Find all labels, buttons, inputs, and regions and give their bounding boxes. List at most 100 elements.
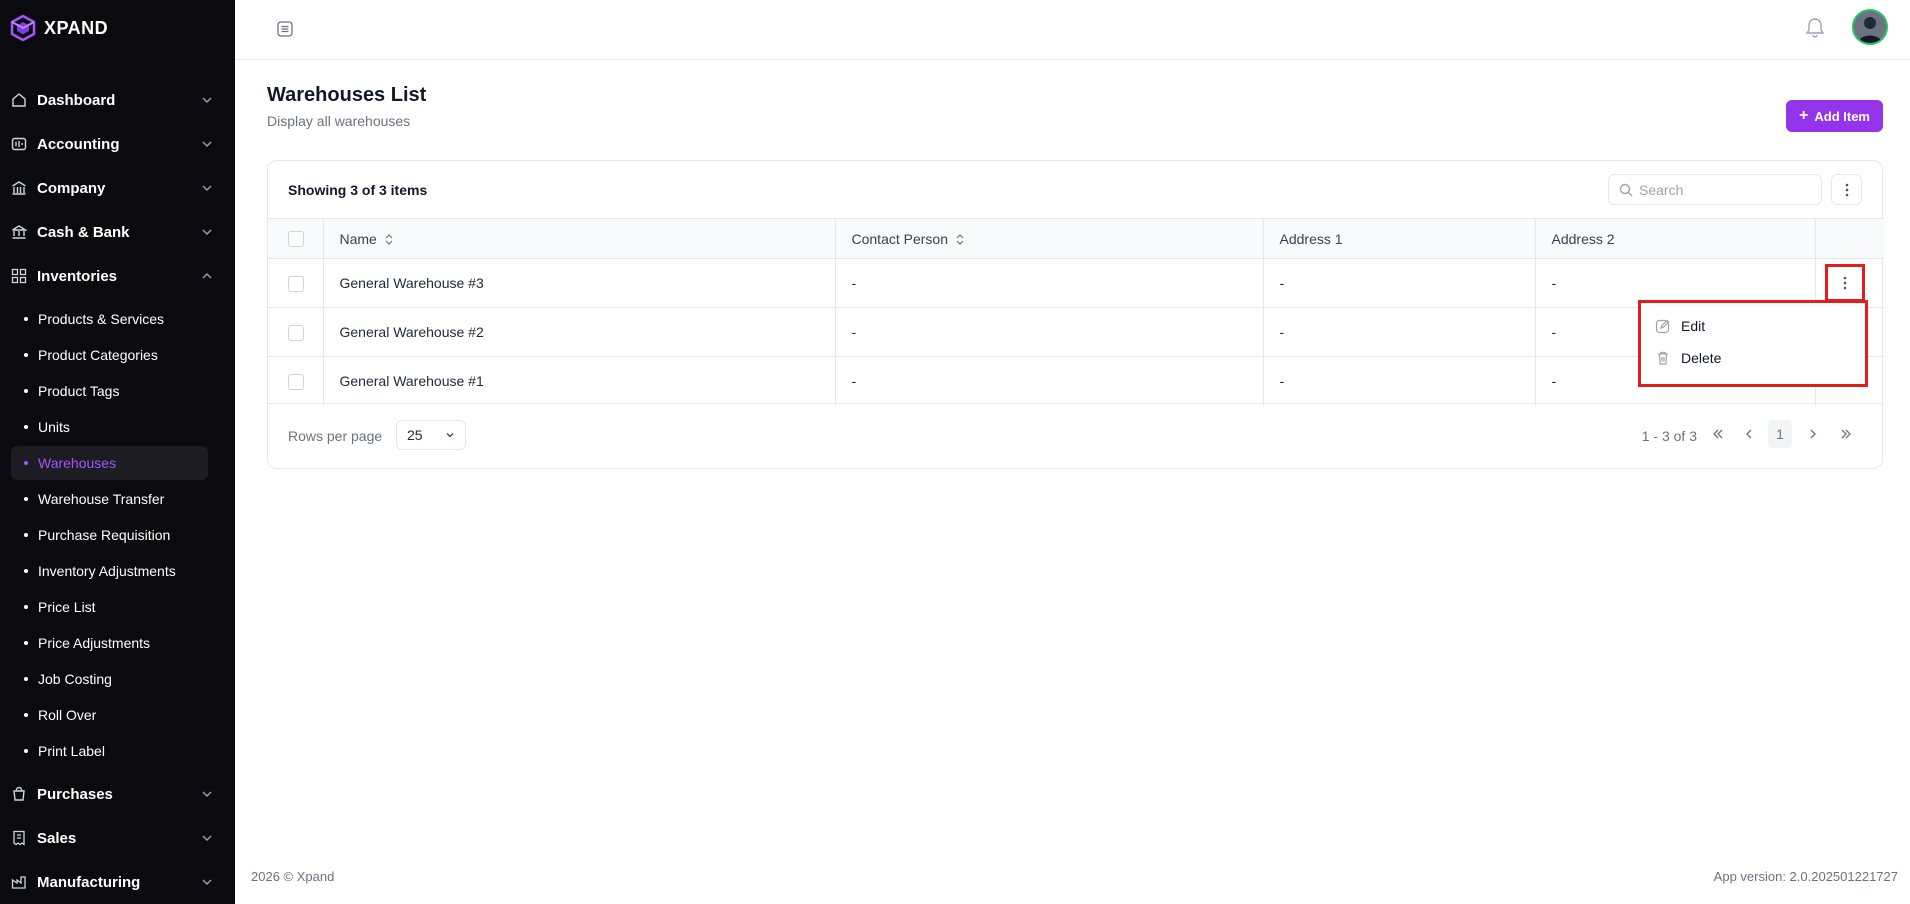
row-checkbox[interactable]: [288, 373, 304, 390]
sidebar-item-company[interactable]: Company: [0, 166, 235, 210]
accounting-icon: [10, 135, 28, 153]
sidebar-item-products-services[interactable]: Products & Services: [11, 302, 208, 336]
bullet-icon: [24, 353, 28, 357]
table-options-button[interactable]: [1831, 174, 1862, 205]
rows-per-page-select[interactable]: 25: [396, 420, 466, 450]
sidebar-item-label: Price Adjustments: [38, 635, 151, 651]
row-checkbox[interactable]: [288, 324, 304, 341]
plus-icon: +: [1799, 107, 1809, 124]
add-item-button[interactable]: + Add Item: [1786, 100, 1883, 132]
sort-icon: [385, 234, 393, 246]
sidebar-item-label: Products & Services: [38, 311, 165, 327]
cell-name: General Warehouse #3: [322, 258, 835, 308]
trash-icon: [1658, 351, 1668, 365]
row-checkbox[interactable]: [288, 275, 304, 292]
column-label: Address 1: [1279, 230, 1343, 247]
sidebar-item-print-label[interactable]: Print Label: [11, 734, 208, 768]
notification-bell-icon[interactable]: [1805, 17, 1825, 39]
sidebar-item-price-list[interactable]: Price List: [11, 590, 208, 624]
menu-item-edit[interactable]: Edit: [1641, 310, 1865, 342]
cell-address-1: -: [1262, 356, 1535, 406]
row-actions-button[interactable]: [1824, 264, 1865, 302]
inventories-submenu: Products & Services Product Categories P…: [0, 298, 235, 772]
sidebar-item-label: Cash & Bank: [37, 223, 130, 241]
chevrons-right-icon: [1841, 429, 1851, 439]
sidebar-item-units[interactable]: Units: [11, 410, 208, 444]
cell-address-1: -: [1262, 307, 1535, 357]
sidebar-item-inventories[interactable]: Inventories: [0, 254, 235, 298]
chevron-down-icon: [446, 433, 454, 438]
sidebar-item-purchase-requisition[interactable]: Purchase Requisition: [11, 518, 208, 552]
sidebar-item-roll-over[interactable]: Roll Over: [11, 698, 208, 732]
sidebar-item-label: Product Tags: [38, 383, 120, 399]
sidebar-item-label: Purchase Requisition: [38, 527, 171, 543]
chevron-down-icon: [202, 879, 212, 885]
bullet-icon: [24, 605, 28, 609]
table-pagination: Rows per page 25 1 - 3 of 3 1: [268, 403, 1882, 468]
sidebar-item-price-adjustments[interactable]: Price Adjustments: [11, 626, 208, 660]
cell-name: General Warehouse #1: [322, 356, 835, 406]
xpand-logo-icon: [10, 15, 36, 41]
building-icon: [10, 179, 28, 197]
first-page-button[interactable]: [1704, 420, 1732, 448]
sidebar-item-accounting[interactable]: Accounting: [0, 122, 235, 166]
chevrons-left-icon: [1713, 429, 1723, 439]
chevron-right-icon: [1810, 429, 1816, 439]
more-vertical-icon: [1845, 183, 1848, 196]
last-page-button[interactable]: [1832, 420, 1860, 448]
select-all-checkbox[interactable]: [288, 231, 304, 248]
previous-page-button[interactable]: [1735, 420, 1763, 448]
sidebar-item-sales[interactable]: Sales: [0, 816, 235, 860]
sidebar-item-label: Inventories: [37, 267, 118, 285]
column-header-contact-person[interactable]: Contact Person: [834, 218, 1263, 259]
sidebar-item-dashboard[interactable]: Dashboard: [0, 78, 235, 122]
search-input[interactable]: [1639, 181, 1809, 198]
bullet-icon: [24, 389, 28, 393]
rows-per-page-label: Rows per page: [288, 428, 383, 444]
sidebar-item-product-categories[interactable]: Product Categories: [11, 338, 208, 372]
home-icon: [10, 91, 28, 109]
sidebar-item-warehouse-transfer[interactable]: Warehouse Transfer: [11, 482, 208, 516]
bullet-icon: [24, 569, 28, 573]
edit-icon: [1655, 319, 1670, 334]
bullet-icon: [24, 425, 28, 429]
chevron-left-icon: [1746, 429, 1752, 439]
column-label: Address 2: [1551, 230, 1615, 247]
page-number-button[interactable]: 1: [1768, 420, 1792, 448]
sidebar-item-label: Company: [37, 179, 106, 197]
column-header-address-2: Address 2: [1534, 218, 1815, 259]
chevron-down-icon: [202, 791, 212, 797]
sidebar-item-cash-bank[interactable]: Cash & Bank: [0, 210, 235, 254]
brand[interactable]: XPAND: [0, 0, 235, 56]
sidebar-item-inventory-adjustments[interactable]: Inventory Adjustments: [11, 554, 208, 588]
showing-count: Showing 3 of 3 items: [288, 182, 428, 198]
page-subtitle: Display all warehouses: [267, 113, 411, 129]
row-select-cell: [268, 258, 323, 308]
table-toolbar: Showing 3 of 3 items: [268, 161, 1882, 218]
menu-item-label: Delete: [1681, 350, 1722, 366]
menu-item-delete[interactable]: Delete: [1641, 342, 1865, 374]
menu-toggle-icon[interactable]: [275, 19, 295, 39]
sidebar-item-label: Sales: [37, 829, 77, 847]
user-avatar[interactable]: [1852, 9, 1888, 45]
chevron-down-icon: [202, 835, 212, 841]
row-select-cell: [268, 307, 323, 357]
pagination-range: 1 - 3 of 3: [1641, 428, 1697, 444]
sidebar-item-product-tags[interactable]: Product Tags: [11, 374, 208, 408]
search-box[interactable]: [1608, 174, 1822, 205]
search-icon: [1619, 183, 1633, 196]
next-page-button[interactable]: [1799, 420, 1827, 448]
cell-name: General Warehouse #2: [322, 307, 835, 357]
sort-icon: [956, 234, 964, 246]
sidebar-item-job-costing[interactable]: Job Costing: [11, 662, 208, 696]
sidebar-item-label: Purchases: [37, 785, 113, 803]
sidebar-item-purchases[interactable]: Purchases: [0, 772, 235, 816]
sidebar-item-label: Units: [38, 419, 70, 435]
sidebar-item-warehouses[interactable]: Warehouses: [11, 446, 208, 480]
sidebar-nav: Dashboard Accounting Company Cash & Bank: [0, 78, 235, 904]
sidebar-item-manufacturing[interactable]: Manufacturing: [0, 860, 235, 904]
chevron-down-icon: [202, 141, 212, 147]
column-header-name[interactable]: Name: [322, 218, 835, 259]
sidebar-item-label: Accounting: [37, 135, 120, 153]
sidebar-item-label: Print Label: [38, 743, 105, 759]
